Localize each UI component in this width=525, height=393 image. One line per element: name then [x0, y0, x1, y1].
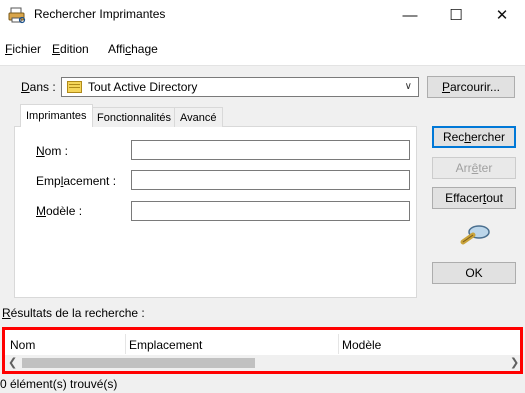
close-button[interactable]: ✕ — [479, 0, 525, 30]
clear-all-button[interactable]: Effacer t out — [432, 187, 516, 209]
column-separator — [338, 334, 339, 354]
window-title: Rechercher Imprimantes — [34, 7, 166, 21]
column-header-nom[interactable]: Nom — [10, 338, 35, 352]
results-label: Résultats de la recherche : — [2, 306, 145, 320]
stop-button[interactable]: Arr ê ter — [432, 157, 516, 179]
results-list[interactable]: Nom Emplacement Modèle ❮ ❯ — [2, 327, 523, 374]
search-button[interactable]: Rec h ercher — [432, 126, 516, 148]
scroll-right-icon[interactable]: ❯ — [510, 356, 519, 369]
search-magnifier-icon — [457, 222, 493, 253]
menu-affichage[interactable]: Affichage — [108, 42, 158, 56]
name-label: Nom : — [36, 144, 69, 158]
minimize-icon: — — [402, 6, 418, 24]
ok-button[interactable]: OK — [432, 262, 516, 284]
tab-avance[interactable]: Avancé — [174, 107, 223, 127]
scope-value: Tout Active Directory — [88, 80, 198, 94]
scrollbar-thumb[interactable] — [22, 358, 255, 368]
name-field[interactable] — [131, 140, 410, 160]
maximize-button[interactable]: ☐ — [433, 0, 479, 30]
maximize-icon: ☐ — [449, 7, 463, 24]
column-separator — [125, 334, 126, 354]
minimize-button[interactable]: — — [387, 0, 433, 30]
location-label: Emplacement : — [36, 174, 117, 188]
model-label: Modèle : — [36, 204, 83, 218]
close-icon: ✕ — [495, 7, 509, 24]
location-field[interactable] — [131, 170, 410, 190]
browse-button[interactable]: Parcourir... — [427, 76, 515, 98]
title-bar: Rechercher Imprimantes — ☐ ✕ — [0, 0, 525, 30]
tab-fonctionnalites[interactable]: Fonctionnalités — [91, 107, 177, 127]
column-header-emplacement[interactable]: Emplacement — [129, 338, 202, 352]
menu-bar: Fichier Edition Affichage — [0, 42, 525, 62]
tab-imprimantes[interactable]: Imprimantes — [20, 104, 93, 127]
model-field[interactable] — [131, 201, 410, 221]
directory-folder-icon — [67, 81, 82, 93]
scope-label: Dans : — [21, 80, 56, 94]
scroll-left-icon[interactable]: ❮ — [8, 356, 17, 369]
column-header-modele[interactable]: Modèle — [342, 338, 381, 352]
chevron-down-icon: ∨ — [404, 81, 412, 92]
menu-edition[interactable]: Edition — [52, 42, 89, 56]
scope-dropdown[interactable]: Tout Active Directory ∨ — [61, 77, 419, 97]
menu-fichier[interactable]: Fichier — [5, 42, 41, 56]
horizontal-scrollbar[interactable]: ❮ ❯ — [5, 355, 520, 371]
status-text: 0 élément(s) trouvé(s) — [0, 377, 118, 391]
printer-search-icon — [8, 6, 26, 24]
